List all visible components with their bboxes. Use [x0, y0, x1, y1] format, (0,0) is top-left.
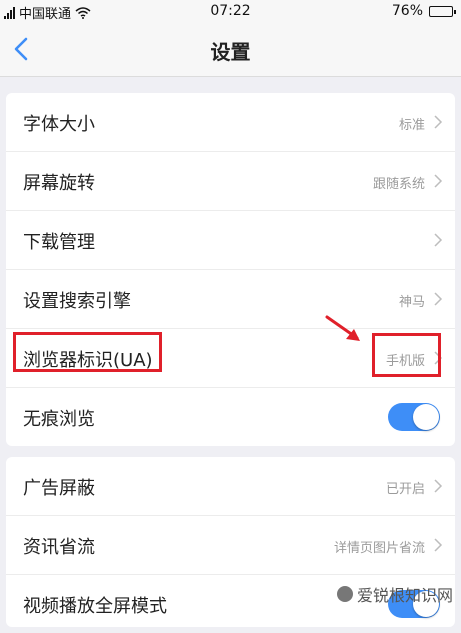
- annotation-arrow-icon: [325, 315, 360, 341]
- setting-row-font-size[interactable]: 字体大小 标准: [6, 93, 455, 152]
- chevron-right-icon: [434, 115, 443, 129]
- incognito-toggle[interactable]: [388, 403, 440, 431]
- setting-value: 已开启: [385, 482, 425, 497]
- setting-row-incognito: 无痕浏览: [6, 388, 455, 446]
- watermark-text: 爱锐根知识网: [356, 586, 453, 605]
- navigation-bar: 设置: [0, 24, 461, 77]
- page-title: 设置: [210, 40, 251, 64]
- status-right: 76%: [391, 3, 456, 19]
- setting-row-ad-block[interactable]: 广告屏蔽 已开启: [6, 457, 455, 516]
- setting-label: 字体大小: [23, 114, 95, 135]
- setting-value: 神马: [398, 295, 425, 310]
- chevron-right-icon: [434, 233, 443, 247]
- highlight-box-ua-value: [372, 333, 441, 377]
- chevron-right-icon: [434, 174, 443, 188]
- status-bar: 中国联通 07:22 76%: [0, 0, 461, 24]
- setting-row-data-saver[interactable]: 资讯省流 详情页图片省流: [6, 516, 455, 575]
- setting-label: 屏幕旋转: [23, 173, 95, 194]
- watermark-logo-icon: [336, 586, 353, 602]
- setting-label: 设置搜索引擎: [23, 291, 131, 312]
- setting-value: 详情页图片省流: [333, 541, 425, 556]
- highlight-box-ua-label: [13, 332, 162, 372]
- chevron-right-icon: [434, 479, 443, 493]
- chevron-right-icon: [434, 292, 443, 306]
- settings-group-general: 字体大小 标准 屏幕旋转 跟随系统 下载管理 设置搜索引擎 神马 浏览器标识(U…: [6, 93, 455, 446]
- setting-label: 视频播放全屏模式: [23, 596, 167, 617]
- toggle-knob: [413, 404, 439, 430]
- setting-label: 广告屏蔽: [23, 478, 95, 499]
- setting-label: 无痕浏览: [23, 409, 95, 430]
- setting-row-screen-rotation[interactable]: 屏幕旋转 跟随系统: [6, 152, 455, 211]
- watermark: 爱锐根知识网: [336, 582, 453, 606]
- setting-value: 跟随系统: [372, 177, 425, 192]
- setting-label: 资讯省流: [23, 537, 95, 558]
- chevron-right-icon: [434, 538, 443, 552]
- setting-value: 标准: [398, 118, 425, 133]
- setting-label: 下载管理: [23, 232, 95, 253]
- setting-row-download-manager[interactable]: 下载管理: [6, 211, 455, 270]
- battery-icon: [429, 5, 456, 17]
- setting-row-search-engine[interactable]: 设置搜索引擎 神马: [6, 270, 455, 329]
- battery-percent: 76%: [391, 3, 423, 19]
